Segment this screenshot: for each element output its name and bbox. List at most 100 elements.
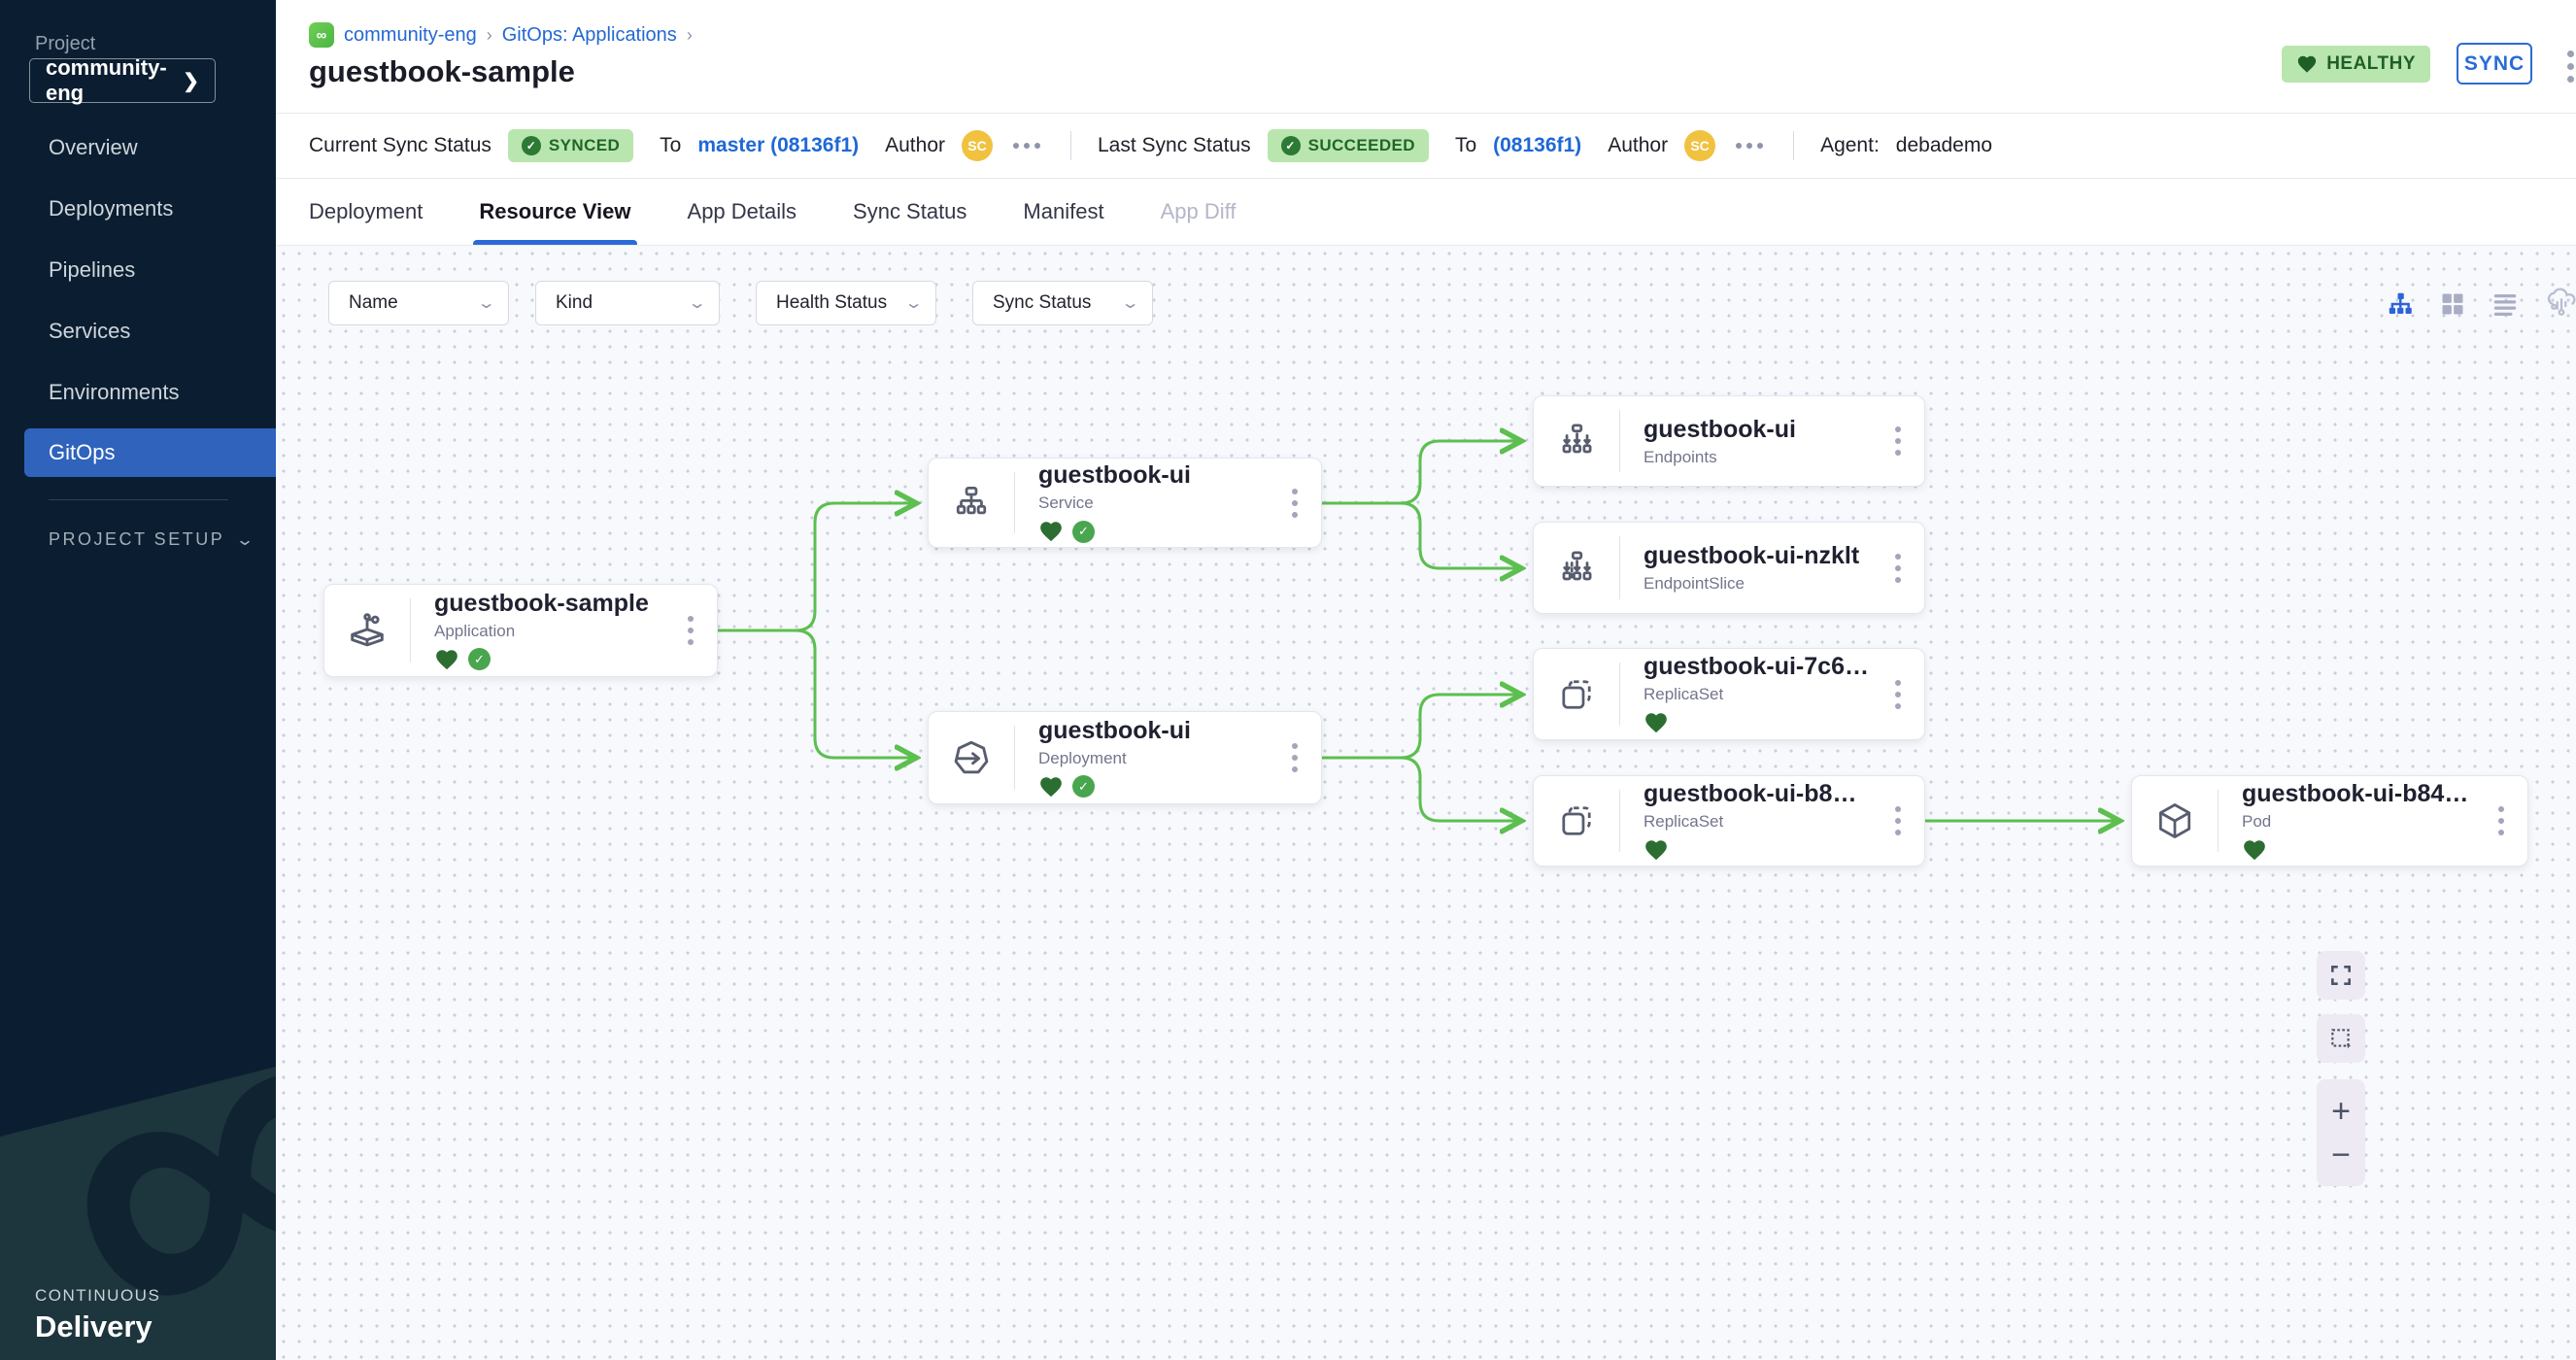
replicaset-icon bbox=[1534, 673, 1619, 716]
tab-deployment[interactable]: Deployment bbox=[309, 179, 423, 245]
node-status-icons bbox=[2242, 837, 2527, 863]
last-revision-link[interactable]: (08136f1) bbox=[1493, 134, 1581, 157]
healthy-heart-icon bbox=[2242, 837, 2267, 863]
breadcrumb-separator: › bbox=[487, 25, 492, 46]
project-setup-label: PROJECT SETUP bbox=[49, 529, 224, 550]
breadcrumb-project-link[interactable]: community-eng bbox=[344, 24, 477, 47]
more-options-icon[interactable] bbox=[2567, 51, 2574, 83]
author-avatar[interactable]: SC bbox=[962, 130, 993, 161]
health-badge-label: HEALTHY bbox=[2326, 53, 2416, 75]
node-body: guestbook-ui-7c64987dc9 ReplicaSet bbox=[1620, 653, 1924, 735]
current-sync-status-value: SYNCED bbox=[549, 136, 620, 155]
node-body: guestbook-ui Endpoints bbox=[1620, 416, 1924, 467]
node-status-icons bbox=[1644, 837, 1924, 863]
node-menu-icon[interactable] bbox=[1889, 674, 1907, 715]
healthy-heart-icon bbox=[1644, 837, 1669, 863]
node-body: guestbook-sample Application ✓ bbox=[411, 590, 717, 672]
author-label: Author bbox=[885, 134, 945, 157]
node-replicaset-guestbook-ui-b848d5d9d[interactable]: guestbook-ui-b848d5d9d ReplicaSet bbox=[1533, 775, 1925, 867]
node-title: guestbook-ui bbox=[1038, 717, 1321, 745]
sync-status-bar: Current Sync Status ✓ SYNCED To master (… bbox=[276, 113, 2576, 179]
node-menu-icon[interactable] bbox=[1889, 421, 1907, 461]
replicaset-icon bbox=[1534, 799, 1619, 842]
node-kind: Endpoints bbox=[1644, 448, 1924, 467]
node-application-guestbook-sample[interactable]: guestbook-sample Application ✓ bbox=[323, 584, 718, 677]
more-options-icon[interactable] bbox=[1009, 139, 1044, 153]
current-revision-link[interactable]: master (08136f1) bbox=[697, 134, 859, 157]
current-sync-status-label: Current Sync Status bbox=[309, 134, 491, 157]
node-title: guestbook-ui bbox=[1038, 461, 1321, 490]
node-status-icons bbox=[1644, 710, 1924, 735]
tab-sync-status[interactable]: Sync Status bbox=[853, 179, 966, 245]
breadcrumb-section-link[interactable]: GitOps: Applications bbox=[502, 24, 677, 47]
divider bbox=[1793, 131, 1794, 160]
tab-app-details[interactable]: App Details bbox=[688, 179, 797, 245]
sync-button-label: SYNC bbox=[2464, 52, 2525, 76]
node-endpointslice-guestbook-ui-nzklt[interactable]: guestbook-ui-nzklt EndpointSlice bbox=[1533, 522, 1925, 614]
node-status-icons: ✓ bbox=[1038, 774, 1321, 799]
node-menu-icon[interactable] bbox=[682, 610, 699, 651]
node-deployment-guestbook-ui[interactable]: guestbook-ui Deployment ✓ bbox=[928, 711, 1322, 804]
node-replicaset-guestbook-ui-7c64987dc9[interactable]: guestbook-ui-7c64987dc9 ReplicaSet bbox=[1533, 648, 1925, 740]
sidebar-item-environments[interactable]: Environments bbox=[49, 375, 180, 410]
pod-icon bbox=[2132, 799, 2218, 842]
resource-tree-canvas[interactable]: Name⌄ Kind⌄ Health Status⌄ Sync Status⌄ bbox=[276, 246, 2576, 1360]
node-body: guestbook-ui Service ✓ bbox=[1015, 461, 1321, 544]
project-setup-toggle[interactable]: PROJECT SETUP ⌄ bbox=[49, 529, 252, 550]
project-selector-value: community-eng bbox=[46, 55, 183, 106]
project-label: Project bbox=[35, 33, 95, 55]
to-label: To bbox=[660, 134, 681, 157]
node-service-guestbook-ui[interactable]: guestbook-ui Service ✓ bbox=[928, 458, 1322, 548]
node-menu-icon[interactable] bbox=[1286, 737, 1304, 778]
node-kind: ReplicaSet bbox=[1644, 685, 1924, 704]
node-menu-icon[interactable] bbox=[1889, 548, 1907, 589]
node-title: guestbook-sample bbox=[434, 590, 717, 618]
healthy-heart-icon bbox=[1644, 710, 1669, 735]
tab-app-diff: App Diff bbox=[1161, 179, 1237, 245]
application-icon bbox=[324, 608, 410, 653]
node-kind: EndpointSlice bbox=[1644, 574, 1924, 594]
node-menu-icon[interactable] bbox=[2492, 800, 2510, 841]
healthy-heart-icon bbox=[1038, 519, 1064, 544]
endpointslice-icon bbox=[1534, 547, 1619, 590]
tab-manifest[interactable]: Manifest bbox=[1023, 179, 1103, 245]
node-kind: Deployment bbox=[1038, 749, 1321, 768]
tab-resource-view[interactable]: Resource View bbox=[479, 179, 630, 245]
deployment-icon bbox=[929, 735, 1014, 780]
sidebar-item-deployments[interactable]: Deployments bbox=[49, 191, 173, 226]
service-icon bbox=[929, 482, 1014, 525]
node-menu-icon[interactable] bbox=[1286, 483, 1304, 524]
last-sync-status-label: Last Sync Status bbox=[1098, 134, 1251, 157]
sidebar-item-services[interactable]: Services bbox=[49, 314, 130, 349]
sidebar: Project community-eng ❯ Overview Deploym… bbox=[0, 0, 276, 1360]
healthy-heart-icon bbox=[1038, 774, 1064, 799]
node-title: guestbook-ui-b848d5d9d bbox=[1644, 780, 1924, 808]
endpoints-icon bbox=[1534, 420, 1619, 462]
sidebar-item-overview[interactable]: Overview bbox=[49, 130, 138, 165]
node-kind: Service bbox=[1038, 493, 1321, 513]
project-selector[interactable]: community-eng ❯ bbox=[29, 58, 216, 103]
tab-bar: Deployment Resource View App Details Syn… bbox=[276, 179, 2576, 246]
node-endpoints-guestbook-ui[interactable]: guestbook-ui Endpoints bbox=[1533, 395, 1925, 487]
node-menu-icon[interactable] bbox=[1889, 800, 1907, 841]
page-title: guestbook-sample bbox=[309, 54, 575, 89]
author-avatar[interactable]: SC bbox=[1684, 130, 1715, 161]
author-label: Author bbox=[1608, 134, 1668, 157]
node-body: guestbook-ui Deployment ✓ bbox=[1015, 717, 1321, 799]
divider bbox=[1070, 131, 1071, 160]
sidebar-item-gitops[interactable]: GitOps bbox=[24, 428, 276, 477]
health-status-badge: HEALTHY bbox=[2282, 46, 2430, 83]
agent-label: Agent: bbox=[1820, 134, 1880, 157]
node-title: guestbook-ui-nzklt bbox=[1644, 542, 1924, 570]
node-kind: Pod bbox=[2242, 812, 2527, 832]
heart-icon bbox=[2296, 53, 2318, 75]
sync-button[interactable]: SYNC bbox=[2457, 43, 2532, 85]
to-label: To bbox=[1455, 134, 1476, 157]
gitops-logo-icon: ∞ bbox=[309, 22, 334, 48]
node-pod-guestbook-ui-b848d5d9[interactable]: guestbook-ui-b848d5d9... Pod bbox=[2131, 775, 2528, 867]
node-title: guestbook-ui bbox=[1644, 416, 1924, 444]
more-options-icon[interactable] bbox=[1732, 139, 1767, 153]
node-body: guestbook-ui-b848d5d9... Pod bbox=[2219, 780, 2527, 863]
sidebar-item-pipelines[interactable]: Pipelines bbox=[49, 253, 135, 288]
sidebar-divider bbox=[49, 499, 228, 500]
